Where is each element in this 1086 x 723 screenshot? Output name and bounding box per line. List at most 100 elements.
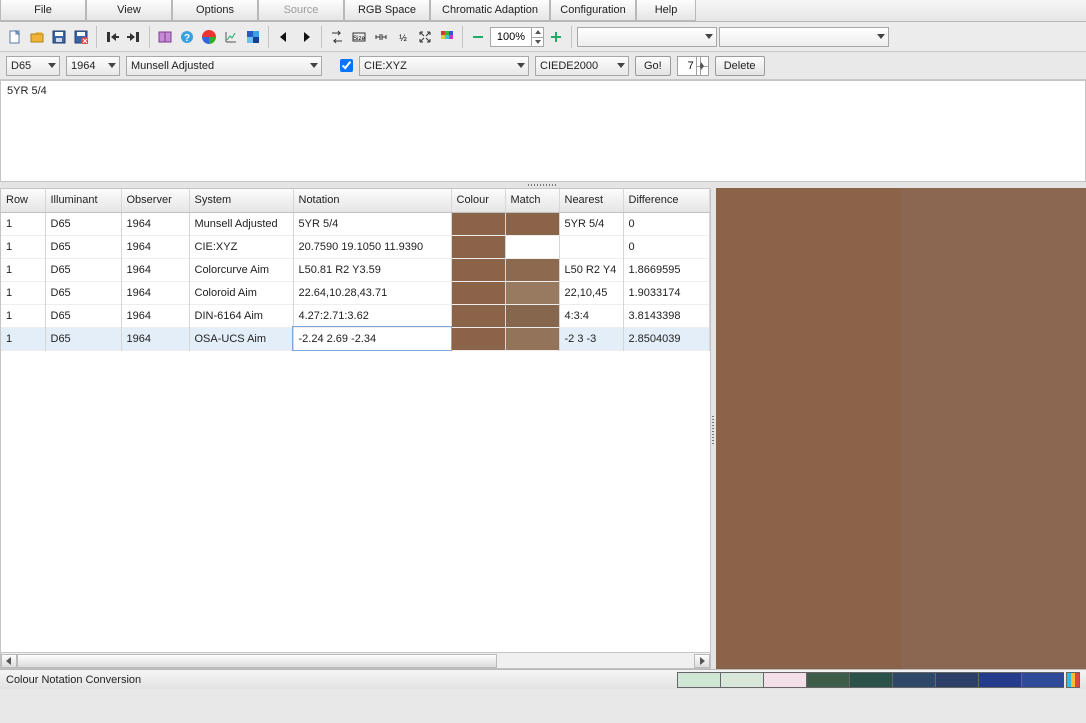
cell-match[interactable] (505, 235, 559, 258)
cell-colour[interactable] (451, 281, 505, 304)
delete-save-icon[interactable] (71, 27, 91, 47)
cell[interactable]: 20.7590 19.1050 11.9390 (293, 235, 451, 258)
cell[interactable]: 1964 (121, 235, 189, 258)
cell[interactable]: OSA-UCS Aim (189, 327, 293, 350)
cell-colour[interactable] (451, 235, 505, 258)
table-row[interactable]: 1D651964OSA-UCS Aim-2.24 2.69 -2.34-2 3 … (1, 327, 709, 350)
zoom-in-icon[interactable] (546, 27, 566, 47)
table-row[interactable]: 1D651964DIN-6164 Aim4.27:2.71:3.624:3:43… (1, 304, 709, 327)
status-swatch[interactable] (849, 672, 892, 688)
header-row[interactable]: Row (1, 189, 45, 212)
status-swatch[interactable] (1021, 672, 1064, 688)
menu-view[interactable]: View (86, 0, 172, 21)
menu-rgb-space[interactable]: RGB Space (344, 0, 430, 21)
status-swatch[interactable] (892, 672, 935, 688)
header-nearest[interactable]: Nearest (559, 189, 623, 212)
compress-h-icon[interactable] (371, 27, 391, 47)
zoom-out-icon[interactable] (468, 27, 488, 47)
header-illuminant[interactable]: Illuminant (45, 189, 121, 212)
cell-colour[interactable] (451, 258, 505, 281)
cell[interactable] (559, 235, 623, 258)
cell[interactable]: D65 (45, 235, 121, 258)
palette-icon[interactable] (437, 27, 457, 47)
prev-icon[interactable] (274, 27, 294, 47)
cell[interactable]: 1 (1, 281, 45, 304)
loop-icon[interactable] (327, 27, 347, 47)
menu-help[interactable]: Help (636, 0, 696, 21)
status-swatch[interactable] (677, 672, 720, 688)
swatch-icon[interactable] (243, 27, 263, 47)
cell[interactable]: 1964 (121, 281, 189, 304)
new-file-icon[interactable] (5, 27, 25, 47)
table-row[interactable]: 1D651964Colorcurve AimL50.81 R2 Y3.59L50… (1, 258, 709, 281)
table-row[interactable]: 1D651964Coloroid Aim22.64,10.28,43.7122,… (1, 281, 709, 304)
cell[interactable]: 1 (1, 327, 45, 350)
cell[interactable]: 3.8143398 (623, 304, 709, 327)
cell[interactable]: Colorcurve Aim (189, 258, 293, 281)
cell[interactable]: 1 (1, 212, 45, 235)
cell[interactable]: CIE:XYZ (189, 235, 293, 258)
cell[interactable]: Coloroid Aim (189, 281, 293, 304)
cell[interactable]: -2.24 2.69 -2.34 (293, 327, 451, 350)
scroll-right-icon[interactable] (694, 654, 710, 668)
menu-file[interactable]: File (0, 0, 86, 21)
cell[interactable]: 1.9033174 (623, 281, 709, 304)
open-file-icon[interactable] (27, 27, 47, 47)
import-icon[interactable] (102, 27, 122, 47)
cell[interactable]: 4:3:4 (559, 304, 623, 327)
cell-colour[interactable] (451, 212, 505, 235)
status-swatch[interactable] (806, 672, 849, 688)
observer-select[interactable]: 1964 (66, 56, 120, 76)
palette-grip-icon[interactable] (1066, 672, 1080, 688)
cell[interactable]: 1 (1, 304, 45, 327)
delta-method-select[interactable]: CIEDE2000 (535, 56, 629, 76)
size-icon[interactable]: Size (349, 27, 369, 47)
cell[interactable]: -2 3 -3 (559, 327, 623, 350)
cell[interactable]: DIN-6164 Aim (189, 304, 293, 327)
cell-colour[interactable] (451, 327, 505, 350)
cell[interactable]: 1.8669595 (623, 258, 709, 281)
header-system[interactable]: System (189, 189, 293, 212)
cell[interactable]: D65 (45, 327, 121, 350)
save-icon[interactable] (49, 27, 69, 47)
cell[interactable]: L50 R2 Y4 (559, 258, 623, 281)
count-spinner[interactable] (677, 56, 709, 76)
cell[interactable]: 22,10,45 (559, 281, 623, 304)
book-icon[interactable] (155, 27, 175, 47)
table-row[interactable]: 1D651964Munsell Adjusted5YR 5/45YR 5/40 (1, 212, 709, 235)
cell[interactable]: 1964 (121, 212, 189, 235)
zoom-level[interactable] (490, 27, 544, 47)
header-match[interactable]: Match (505, 189, 559, 212)
colourspace-select[interactable]: CIE:XYZ (359, 56, 529, 76)
go-button[interactable]: Go! (635, 56, 671, 76)
header-notation[interactable]: Notation (293, 189, 451, 212)
cell[interactable]: 1964 (121, 304, 189, 327)
status-swatch[interactable] (978, 672, 1021, 688)
system-select[interactable]: Munsell Adjusted (126, 56, 322, 76)
illuminant-select[interactable]: D65 (6, 56, 60, 76)
status-swatch[interactable] (763, 672, 806, 688)
notation-input[interactable]: 5YR 5/4 (0, 80, 1086, 182)
expand-icon[interactable] (415, 27, 435, 47)
table-row[interactable]: 1D651964CIE:XYZ20.7590 19.1050 11.93900 (1, 235, 709, 258)
count-input[interactable] (678, 60, 696, 72)
export-icon[interactable] (124, 27, 144, 47)
colourspace-checkbox-input[interactable] (340, 59, 353, 72)
zoom-input[interactable] (491, 31, 531, 43)
cell[interactable]: 0 (623, 212, 709, 235)
half-icon[interactable]: ½ (393, 27, 413, 47)
cell[interactable]: 1 (1, 258, 45, 281)
menu-options[interactable]: Options (172, 0, 258, 21)
colour-wheel-icon[interactable] (199, 27, 219, 47)
cell[interactable]: D65 (45, 212, 121, 235)
cell-match[interactable] (505, 212, 559, 235)
cell[interactable]: Munsell Adjusted (189, 212, 293, 235)
scroll-left-icon[interactable] (1, 654, 17, 668)
toolbar-combo-2[interactable] (719, 27, 889, 47)
cell[interactable]: 5YR 5/4 (559, 212, 623, 235)
menu-configuration[interactable]: Configuration (550, 0, 636, 21)
cell[interactable]: 0 (623, 235, 709, 258)
cell-match[interactable] (505, 281, 559, 304)
cell-match[interactable] (505, 327, 559, 350)
results-table[interactable]: Row Illuminant Observer System Notation … (0, 188, 711, 653)
